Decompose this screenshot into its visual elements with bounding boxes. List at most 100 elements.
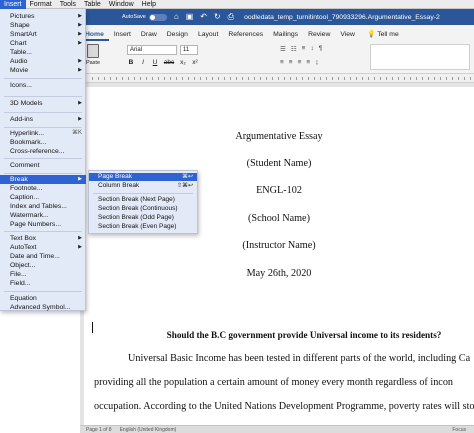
menu-item-file[interactable]: File... [0,270,86,279]
menu-item-text-box[interactable]: Text Box ▶ [0,234,86,243]
menu-item-index-and-tables[interactable]: Index and Tables... [0,202,86,211]
menu-item-label: Pictures [10,13,35,20]
line-spacing-icon[interactable]: ↨ [315,59,318,66]
menu-shortcut: ⌘K [71,130,82,136]
tell-me-search[interactable]: 💡 Tell me [362,30,404,41]
menu-item-add-ins[interactable]: Add-ins ▶ [0,115,86,124]
menu-item-label: Footnote... [10,185,43,192]
menu-item-3d-models[interactable]: 3D Models ▶ [0,99,86,108]
menu-item-shape[interactable]: Shape ▶ [0,21,86,30]
styles-gallery[interactable] [370,44,470,70]
align-center-icon[interactable]: ≡ [289,59,293,66]
tab-review[interactable]: Review [303,31,335,41]
tab-insert[interactable]: Insert [109,31,136,41]
doc-body-line: occupation. According to the United Nati… [94,401,474,412]
menu-item-label: Page Numbers... [10,221,61,228]
menu-item-page-numbers[interactable]: Page Numbers... [0,220,86,229]
sort-icon[interactable]: ↕ [310,45,313,53]
language-indicator[interactable]: English (United Kingdom) [120,427,177,433]
menu-item-label: Object... [10,262,36,269]
menu-item-field[interactable]: Field... [0,279,86,288]
font-size-select[interactable]: 11 [180,45,198,55]
tab-references[interactable]: References [223,31,268,41]
submenu-item-section-break-even-page[interactable]: Section Break (Even Page) [89,223,197,231]
submenu-item-section-break-continuous[interactable]: Section Break (Continuous) [89,205,197,213]
justify-icon[interactable]: ≡ [306,59,310,66]
menu-separator [4,158,82,159]
undo-icon[interactable]: ↶ [200,9,207,25]
autosave-toggle[interactable] [148,13,167,21]
menu-item-cross-reference[interactable]: Cross-reference... [0,147,86,156]
menu-table[interactable]: Table [80,0,105,9]
menu-item-movie[interactable]: Movie ▶ [0,66,86,75]
submenu-item-section-break-odd-page[interactable]: Section Break (Odd Page) [89,214,197,222]
menu-item-equation[interactable]: Equation [0,294,86,303]
menu-item-label: 3D Models [10,100,43,107]
multilevel-list-icon[interactable]: ≡ [302,45,306,53]
submenu-item-label: Section Break (Even Page) [98,223,177,230]
menu-item-footnote[interactable]: Footnote... [0,184,86,193]
superscript-button[interactable]: x² [191,59,199,66]
format-buttons: B I U abc x₂ x² [127,59,199,66]
menu-item-smartart[interactable]: SmartArt ▶ [0,30,86,39]
menu-item-icons[interactable]: Icons... [0,81,86,90]
save-icon[interactable]: ▣ [186,9,194,25]
strikethrough-button[interactable]: abc [163,59,175,66]
menu-item-object[interactable]: Object... [0,261,86,270]
menu-item-caption[interactable]: Caption... [0,193,86,202]
underline-button[interactable]: U [151,59,159,66]
redo-icon[interactable]: ↻ [214,9,221,25]
text-cursor [92,322,93,333]
menu-item-advanced-symbol[interactable]: Advanced Symbol... [0,303,86,312]
align-right-icon[interactable]: ≡ [298,59,302,66]
paste-button[interactable]: Paste [84,43,102,69]
ruler-ticks [92,77,474,80]
menu-separator [4,112,82,113]
menu-window[interactable]: Window [105,0,138,9]
menu-item-audio[interactable]: Audio ▶ [0,57,86,66]
paragraph-align-buttons: ≡ ≡ ≡ ≡ ↨ [280,59,318,66]
menu-item-date-and-time[interactable]: Date and Time... [0,252,86,261]
menu-item-label: Caption... [10,194,40,201]
tab-draw[interactable]: Draw [136,31,162,41]
menu-item-pictures[interactable]: Pictures ▶ [0,12,86,21]
menu-item-label: Text Box [10,235,37,242]
tell-me-label: Tell me [377,31,399,38]
tab-mailings[interactable]: Mailings [268,31,303,41]
align-left-icon[interactable]: ≡ [280,59,284,66]
tab-layout[interactable]: Layout [193,31,223,41]
menu-format[interactable]: Format [26,0,56,9]
home-icon[interactable]: ⌂ [174,9,179,25]
menu-item-autotext[interactable]: AutoText ▶ [0,243,86,252]
doc-heading: Should the B.C government provide Univer… [166,330,442,340]
subscript-button[interactable]: x₂ [179,59,187,66]
menu-item-hyperlink[interactable]: Hyperlink... ⌘K [0,129,86,138]
menu-help[interactable]: Help [138,0,160,9]
menu-item-watermark[interactable]: Watermark... [0,211,86,220]
submenu-item-page-break[interactable]: Page Break ⌘↩ [89,173,197,181]
tab-view[interactable]: View [335,31,360,41]
italic-button[interactable]: I [139,59,147,66]
font-name-select[interactable]: Arial [127,45,177,55]
horizontal-ruler[interactable] [80,74,474,83]
tab-design[interactable]: Design [162,31,193,41]
menu-insert[interactable]: Insert [0,0,26,9]
numbering-icon[interactable]: ☷ [291,45,297,53]
show-marks-icon[interactable]: ¶ [319,45,323,53]
menu-item-table[interactable]: Table... [0,48,86,57]
menu-item-bookmark[interactable]: Bookmark... [0,138,86,147]
bullets-icon[interactable]: ☰ [280,45,286,53]
menu-item-comment[interactable]: Comment [0,161,86,170]
submenu-item-column-break[interactable]: Column Break ⇧⌘↩ [89,182,197,190]
menu-item-label: Shape [10,22,30,29]
print-icon[interactable]: ⎙ [228,9,234,25]
menu-item-chart[interactable]: Chart ▶ [0,39,86,48]
submenu-item-section-break-next-page[interactable]: Section Break (Next Page) [89,196,197,204]
page-count[interactable]: Page 1 of 8 [86,427,112,433]
menu-tools[interactable]: Tools [56,0,80,9]
menu-item-break[interactable]: Break ▶ [0,175,86,184]
bold-button[interactable]: B [127,59,135,66]
menu-item-label: Table... [10,49,32,56]
focus-mode[interactable]: Focus [452,427,474,433]
document-page[interactable]: Argumentative Essay (Student Name) ENGL-… [84,87,474,425]
